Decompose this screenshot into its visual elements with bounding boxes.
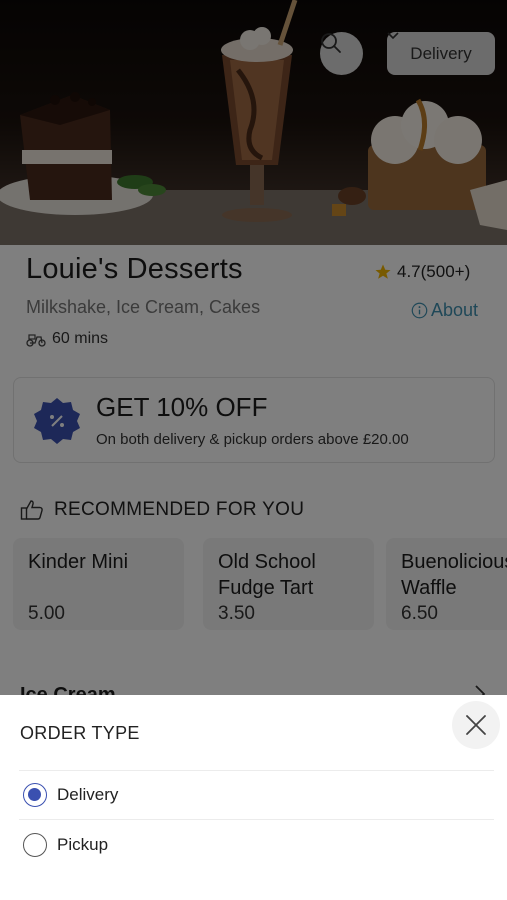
order-option-pickup[interactable]: Pickup [0, 820, 507, 870]
order-type-sheet: ORDER TYPE Delivery Pickup [0, 695, 507, 900]
radio-pickup[interactable] [23, 833, 47, 857]
sheet-title: ORDER TYPE [20, 723, 140, 743]
option-label: Delivery [57, 785, 119, 804]
close-button[interactable] [452, 701, 500, 749]
radio-delivery[interactable] [23, 783, 47, 807]
option-label: Pickup [57, 835, 109, 854]
close-icon [466, 715, 486, 735]
order-option-delivery[interactable]: Delivery [0, 770, 507, 820]
